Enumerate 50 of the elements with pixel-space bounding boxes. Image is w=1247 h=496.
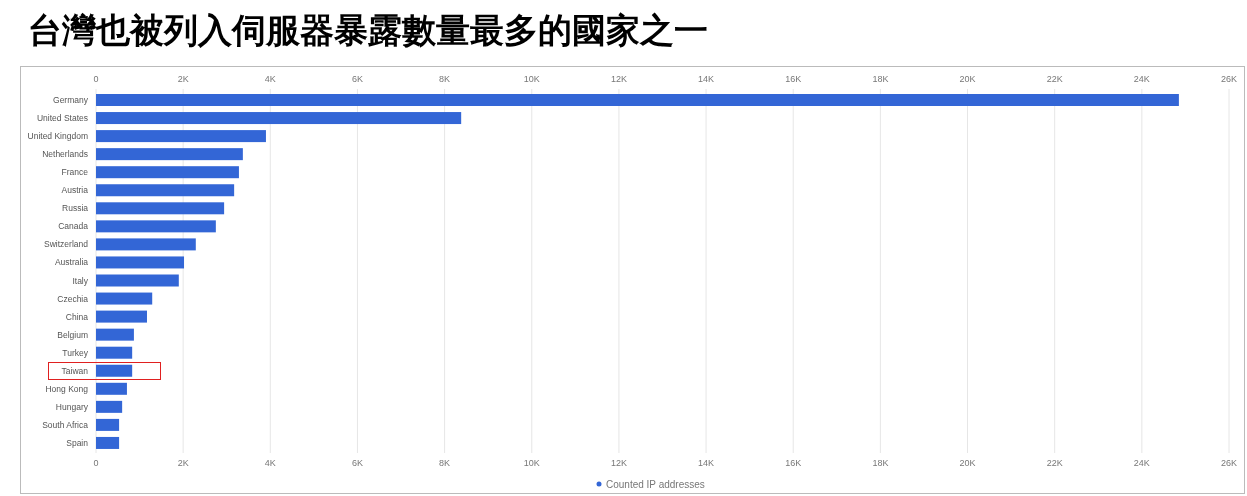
axis-label: 20K [959,458,976,468]
category-label: Russia [62,203,88,214]
axis-label: 12K [610,74,627,84]
slide-title: 台灣也被列入伺服器暴露數量最多的國家之一 [28,9,709,52]
axis-label: 18K [872,458,889,468]
axis-label: 24K [1133,458,1150,468]
axis-label: 22K [1046,74,1063,84]
axis-label: 8K [439,74,451,84]
axis-label: 0 [93,458,99,468]
axis-label: 26K [1221,74,1237,84]
axis-label: 14K [698,458,715,468]
category-label: Hungary [55,401,88,412]
axis-label: 10K [523,458,540,468]
axis-label: 4K [264,458,276,468]
category-label: United Kingdom [27,131,88,142]
legend-label[interactable]: Counted IP addresses [606,478,705,490]
axis-label: 16K [785,458,802,468]
category-label: China [65,311,88,322]
axis-label: 6K [351,74,363,84]
category-label: South Africa [42,419,88,430]
category-label: Switzerland [44,239,88,250]
category-label: France [61,167,88,178]
axis-label: 16K [785,74,802,84]
category-label: Spain [66,437,88,448]
axis-label: 26K [1221,458,1237,468]
axis-label: 0 [93,74,99,84]
axis-label: 18K [872,74,889,84]
category-label: Italy [72,275,88,286]
axis-label: 10K [523,74,540,84]
axis-label: 2K [177,74,189,84]
category-label: Australia [54,257,88,268]
axis-label: 2K [177,458,189,468]
category-label: Netherlands [42,149,88,160]
axis-label: 14K [698,74,715,84]
category-label: Turkey [62,347,88,358]
axis-label: 24K [1133,74,1150,84]
axis-label: 22K [1046,458,1063,468]
axis-label: 12K [610,458,627,468]
category-label: United States [36,113,88,124]
category-label: Austria [61,185,88,196]
axis-label: 6K [351,458,363,468]
category-label: Germany [53,95,88,105]
category-label: Taiwan [61,365,88,376]
axis-label: 20K [959,74,976,84]
category-label: Hong Kong [45,383,88,394]
category-label: Canada [58,221,88,232]
axis-label: 8K [439,458,451,468]
category-label: Czechia [57,293,88,304]
category-label: Belgium [57,329,88,340]
axis-label: 4K [264,74,276,84]
